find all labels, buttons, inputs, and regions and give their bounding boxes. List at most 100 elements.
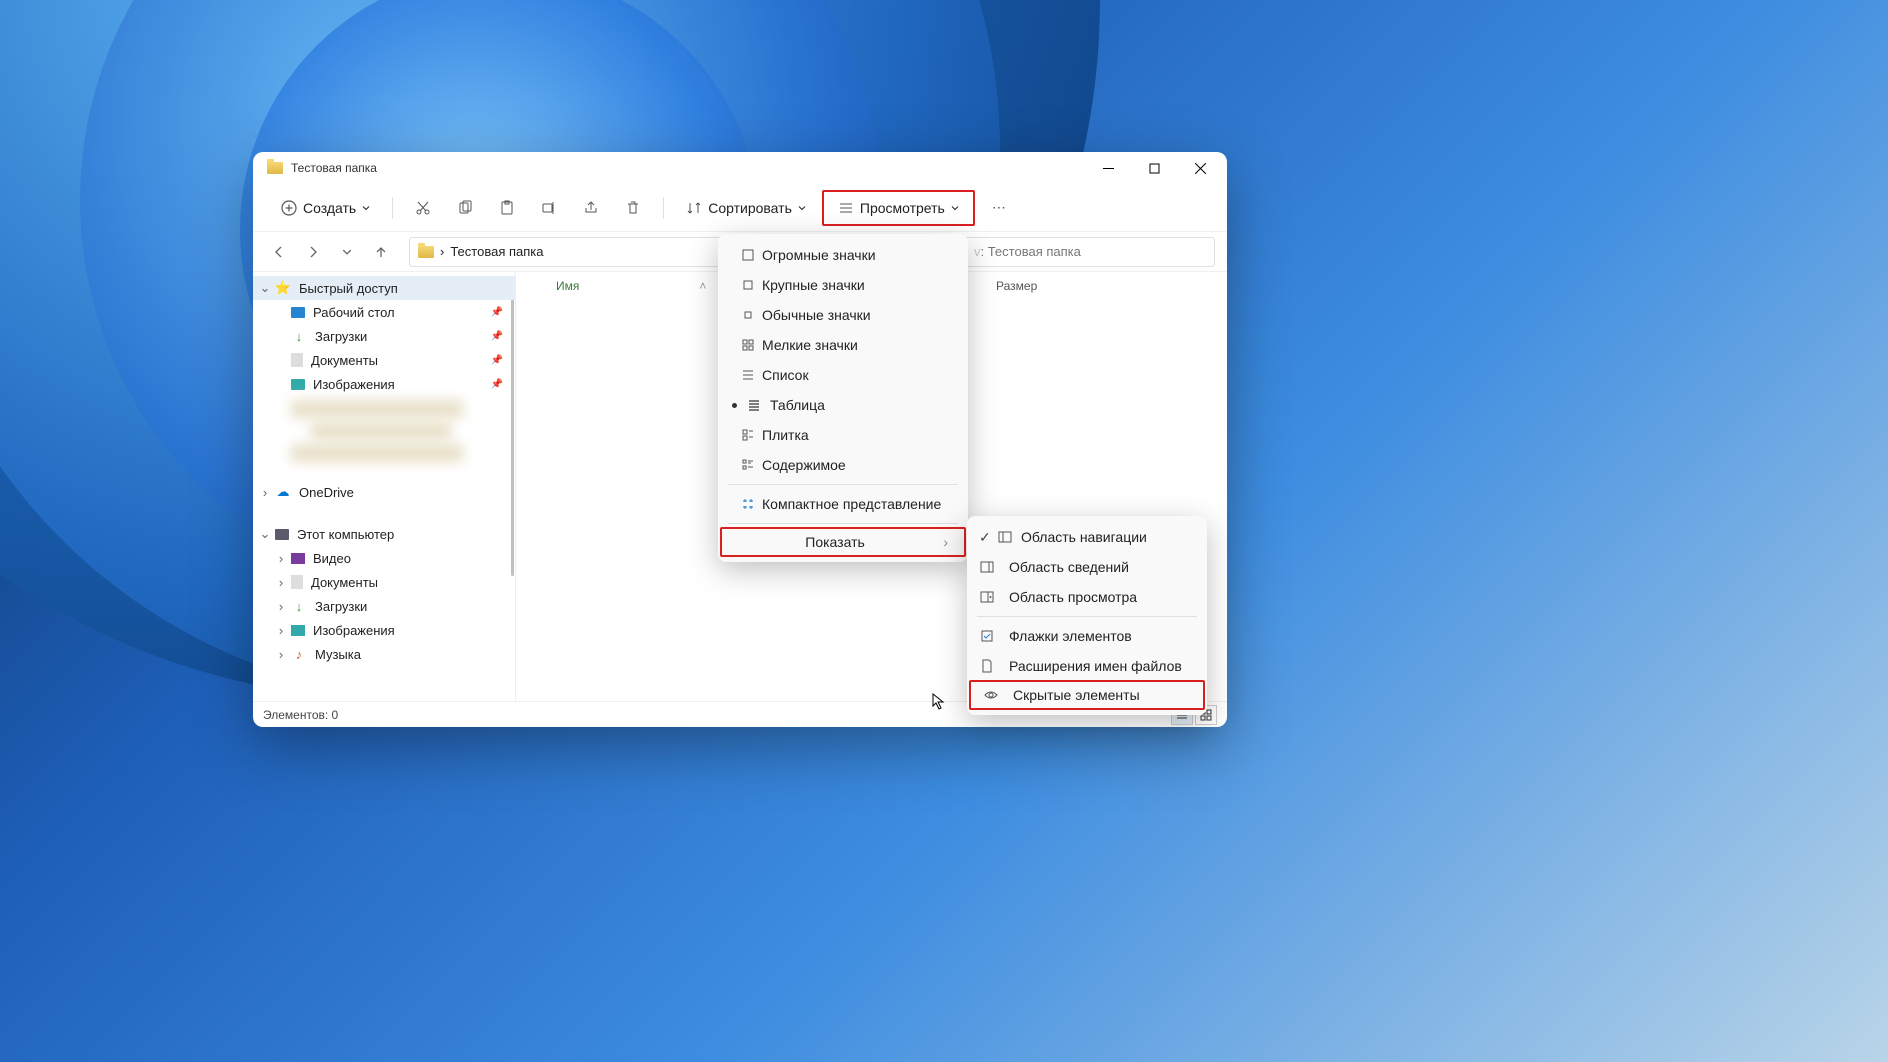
sidebar-desktop[interactable]: Рабочий стол📌 (253, 300, 515, 324)
view-button[interactable]: Просмотреть (828, 194, 969, 222)
sidebar-documents-pc[interactable]: ›Документы (253, 570, 515, 594)
document-icon (291, 353, 303, 367)
show-nav-pane[interactable]: ✓Область навигации (967, 522, 1207, 552)
chevron-down-icon[interactable]: ⌄ (259, 282, 271, 294)
pc-icon (275, 529, 289, 540)
view-dropdown: Огромные значки Крупные значки Обычные з… (718, 234, 968, 562)
menu-separator (977, 616, 1197, 617)
share-button[interactable] (573, 194, 609, 222)
view-icon (838, 200, 854, 216)
delete-button[interactable] (615, 194, 651, 222)
desktop-icon (291, 307, 305, 318)
preview-pane-icon (979, 589, 995, 605)
show-hidden[interactable]: Скрытые элементы (969, 680, 1205, 710)
view-list[interactable]: Список (718, 360, 968, 390)
sidebar-documents[interactable]: Документы📌 (253, 348, 515, 372)
checkbox-icon (979, 628, 995, 644)
copy-icon (457, 200, 473, 216)
view-compact[interactable]: Компактное представление (718, 489, 968, 519)
show-file-ext[interactable]: Расширения имен файлов (967, 651, 1207, 681)
breadcrumb-separator: › (440, 244, 444, 259)
up-button[interactable] (367, 238, 395, 266)
plus-circle-icon (281, 200, 297, 216)
paste-button[interactable] (489, 194, 525, 222)
view-content[interactable]: Содержимое (718, 450, 968, 480)
show-details-pane[interactable]: Область сведений (967, 552, 1207, 582)
large-icon (740, 277, 756, 293)
chevron-right-icon[interactable]: › (259, 486, 271, 498)
pictures-icon (291, 379, 305, 390)
chevron-right-icon[interactable]: › (275, 648, 287, 660)
show-item-checks[interactable]: Флажки элементов (967, 621, 1207, 651)
share-icon (583, 200, 599, 216)
sidebar-pictures-pc[interactable]: ›Изображения (253, 618, 515, 642)
sort-label: Сортировать (708, 200, 792, 216)
blurred-item (291, 400, 463, 418)
rename-button[interactable] (531, 194, 567, 222)
chevron-right-icon[interactable]: › (275, 576, 287, 588)
cut-button[interactable] (405, 194, 441, 222)
new-label: Создать (303, 200, 356, 216)
chevron-right-icon[interactable]: › (275, 624, 287, 636)
sidebar-music[interactable]: ›♪Музыка (253, 642, 515, 666)
paste-icon (499, 200, 515, 216)
column-size[interactable]: Размер (996, 279, 1037, 293)
cut-icon (415, 200, 431, 216)
cloud-icon: ☁ (275, 484, 291, 500)
breadcrumb-current[interactable]: Тестовая папка (450, 244, 543, 259)
star-icon: ⭐ (275, 280, 291, 296)
view-large[interactable]: Крупные значки (718, 270, 968, 300)
pin-icon: 📌 (491, 355, 503, 366)
check-icon: ✓ (979, 529, 991, 546)
view-medium[interactable]: Обычные значки (718, 300, 968, 330)
chevron-right-icon[interactable]: › (275, 600, 287, 612)
close-button[interactable] (1177, 153, 1223, 183)
view-small[interactable]: Мелкие значки (718, 330, 968, 360)
sidebar-downloads[interactable]: ↓Загрузки📌 (253, 324, 515, 348)
folder-icon (418, 246, 434, 258)
view-tiles[interactable]: Плитка (718, 420, 968, 450)
sidebar-pictures[interactable]: Изображения📌 (253, 372, 515, 396)
copy-button[interactable] (447, 194, 483, 222)
compact-icon (740, 496, 756, 512)
search-input[interactable]: v: Тестовая папка (965, 237, 1215, 267)
list-icon (740, 367, 756, 383)
back-button[interactable] (265, 238, 293, 266)
trash-icon (625, 200, 641, 216)
medium-icon (740, 307, 756, 323)
menu-separator (728, 484, 958, 485)
pin-icon: 📌 (491, 307, 503, 318)
view-show[interactable]: Показать› (720, 527, 966, 557)
sidebar-this-pc[interactable]: ⌄Этот компьютер (253, 522, 515, 546)
sort-button[interactable]: Сортировать (676, 194, 816, 222)
folder-icon (267, 162, 283, 174)
sidebar-quick-access[interactable]: ⌄ ⭐ Быстрый доступ (253, 276, 515, 300)
music-icon: ♪ (291, 646, 307, 662)
column-name[interactable]: Имя (556, 279, 579, 293)
blurred-item (291, 444, 463, 462)
new-button[interactable]: Создать (271, 194, 380, 222)
view-details[interactable]: Таблица (718, 390, 968, 420)
view-label: Просмотреть (860, 200, 945, 216)
sidebar-downloads-pc[interactable]: ›↓Загрузки (253, 594, 515, 618)
show-preview-pane[interactable]: Область просмотра (967, 582, 1207, 612)
more-button[interactable]: ⋯ (981, 194, 1017, 222)
forward-button[interactable] (299, 238, 327, 266)
sidebar-video[interactable]: ›Видео (253, 546, 515, 570)
tiles-icon (740, 427, 756, 443)
details-icon (746, 397, 762, 413)
chevron-down-icon[interactable]: ⌄ (259, 528, 271, 540)
download-icon: ↓ (291, 598, 307, 614)
small-icon (740, 337, 756, 353)
search-placeholder: : Тестовая папка (981, 244, 1081, 259)
titlebar[interactable]: Тестовая папка (253, 152, 1227, 184)
video-icon (291, 553, 305, 564)
maximize-button[interactable] (1131, 153, 1177, 183)
minimize-button[interactable] (1085, 153, 1131, 183)
chevron-right-icon[interactable]: › (275, 552, 287, 564)
nav-pane-icon (997, 529, 1013, 545)
bullet-icon (732, 403, 737, 408)
sidebar-onedrive[interactable]: ›☁OneDrive (253, 480, 515, 504)
view-extra-large[interactable]: Огромные значки (718, 240, 968, 270)
recent-button[interactable] (333, 238, 361, 266)
